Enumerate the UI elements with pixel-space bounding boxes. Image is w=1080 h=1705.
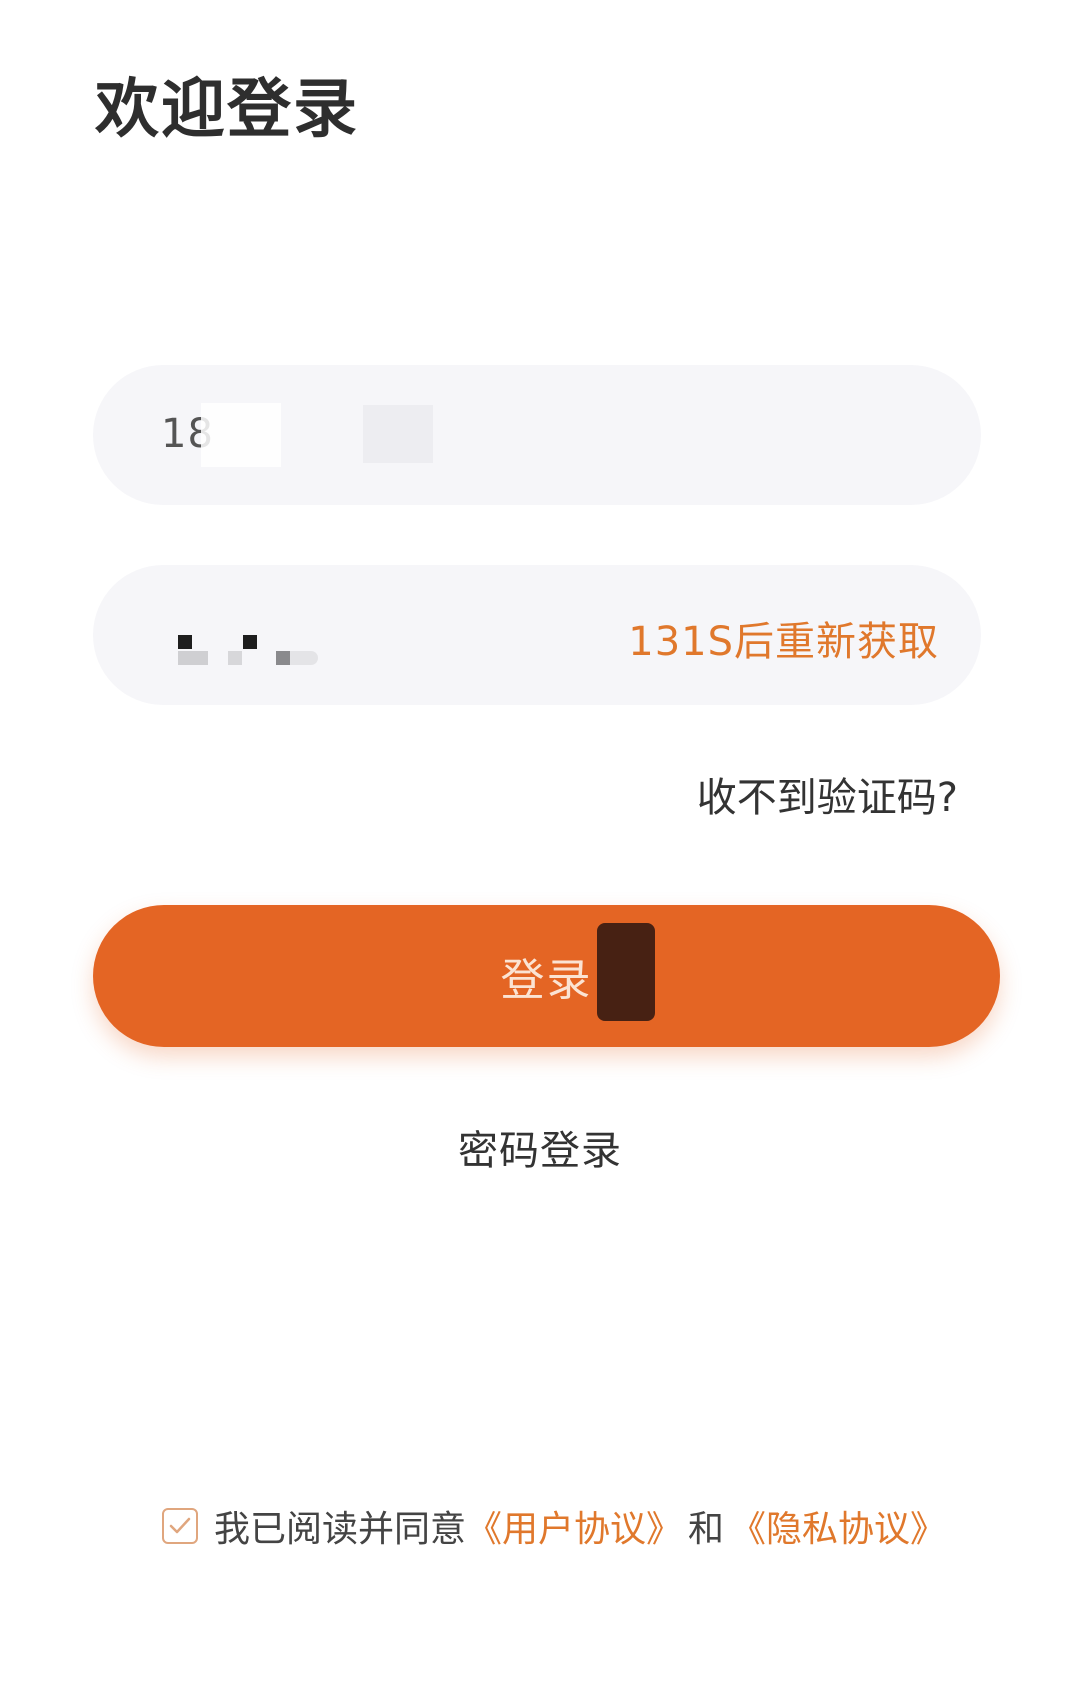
agreement-checkbox[interactable] [162,1508,198,1544]
code-not-received-link[interactable]: 收不到验证码? [697,765,958,823]
agreement-row: 我已阅读并同意 《用户协议》 和 《隐私协议》 [162,1500,946,1552]
code-pixel-4 [228,651,242,665]
login-label-overlay [597,923,655,1021]
agreement-prefix: 我已阅读并同意 [214,1509,467,1550]
phone-input[interactable]: 18 [93,365,981,505]
phone-blur-mask [201,403,281,467]
code-pixel-5 [276,651,290,665]
page-title: 欢迎登录 [95,73,359,147]
checkmark-icon [169,1517,191,1534]
code-pixel-3 [243,635,257,649]
code-pixel-1 [178,635,192,649]
code-pixel-2 [178,651,208,665]
resend-code-countdown[interactable]: 131S后重新获取 [628,609,939,667]
user-agreement-link[interactable]: 《用户协议》 [466,1500,682,1552]
password-login-link[interactable]: 密码登录 [0,1118,1080,1176]
login-button[interactable]: 登录 [93,905,1000,1047]
privacy-agreement-link[interactable]: 《隐私协议》 [730,1500,946,1552]
phone-blur-mask-2 [363,405,433,463]
login-button-label: 登录 [500,955,593,1006]
code-pixel-6 [290,651,318,665]
agreement-conjunction: 和 [688,1509,725,1550]
verification-code-input[interactable]: 131S后重新获取 [93,565,981,705]
